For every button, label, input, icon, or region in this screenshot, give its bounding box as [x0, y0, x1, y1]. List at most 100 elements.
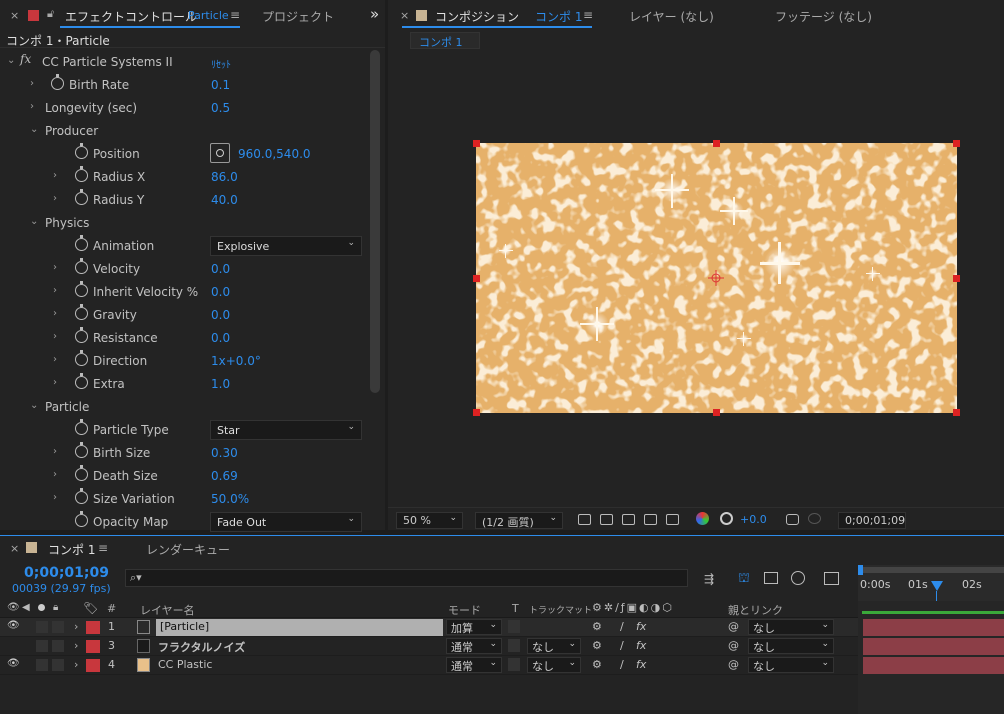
- reset-link[interactable]: ﾘｾｯﾄ: [211, 56, 231, 71]
- shy-icon[interactable]: ⚙: [592, 620, 602, 633]
- playhead[interactable]: [931, 581, 943, 591]
- stopwatch-icon[interactable]: [75, 166, 88, 182]
- twirl-right-icon[interactable]: ›: [53, 492, 57, 503]
- twirl-right-icon[interactable]: ›: [53, 170, 57, 181]
- layer-row[interactable]: 👁︎ › 4 CC Plastic 通常 ⌄ なし ⌄ ⚙ ∕ fx @ なし ⌄: [0, 656, 858, 675]
- quality-icon[interactable]: ∕: [620, 658, 624, 671]
- pickwhip-icon[interactable]: @: [728, 620, 739, 633]
- transparency-grid-icon[interactable]: [600, 514, 613, 525]
- track-matte-dropdown[interactable]: なし ⌄: [527, 657, 581, 673]
- shy-icon[interactable]: ⚙: [592, 639, 602, 652]
- timecode-field[interactable]: 0;00;01;09: [838, 512, 906, 529]
- stopwatch-icon[interactable]: [75, 327, 88, 343]
- label-header-icon[interactable]: 🏷︎: [83, 601, 98, 615]
- time-ruler[interactable]: 0:00s 01s 02s: [858, 565, 1004, 601]
- close-icon[interactable]: ×: [400, 9, 409, 22]
- stopwatch-icon[interactable]: [75, 488, 88, 504]
- panel-menu-icon[interactable]: ≡: [230, 8, 240, 22]
- layer-row[interactable]: 👁︎ › 1 [Particle] 加算 ⌄ ⚙ ∕ fx @ なし ⌄: [0, 618, 858, 637]
- param-value[interactable]: 0.69: [211, 469, 238, 483]
- twirl-right-icon[interactable]: ›: [30, 101, 34, 112]
- twirl-down-icon[interactable]: ⌄: [7, 55, 15, 66]
- layer-search-input[interactable]: ⌕▾: [125, 569, 688, 587]
- mode-dropdown[interactable]: 通常 ⌄: [446, 657, 502, 673]
- lock-toggle[interactable]: [52, 621, 64, 633]
- stopwatch-icon[interactable]: [75, 258, 88, 274]
- comp-mini-flowchart-icon[interactable]: ⇶: [704, 572, 714, 586]
- stopwatch-icon[interactable]: [75, 373, 88, 389]
- twirl-down-icon[interactable]: ⌄: [30, 216, 38, 227]
- close-icon[interactable]: ×: [10, 9, 19, 22]
- stopwatch-icon[interactable]: [75, 350, 88, 366]
- layer-handle[interactable]: [473, 409, 480, 416]
- param-value[interactable]: 0.5: [211, 101, 230, 115]
- fast-preview-icon[interactable]: [578, 514, 591, 525]
- lock-toggle[interactable]: [52, 640, 64, 652]
- expand-icon[interactable]: »: [370, 5, 379, 23]
- parent-dropdown[interactable]: なし ⌄: [748, 638, 834, 654]
- param-value[interactable]: 1.0: [211, 377, 230, 391]
- param-value[interactable]: 0.0: [211, 285, 230, 299]
- current-time[interactable]: 0;00;01;09: [24, 565, 109, 581]
- layer-handle[interactable]: [713, 409, 720, 416]
- stopwatch-icon[interactable]: [75, 281, 88, 297]
- quality-icon[interactable]: ∕: [620, 639, 624, 652]
- twirl-right-icon[interactable]: ›: [53, 446, 57, 457]
- animation-dropdown[interactable]: Explosive ⌄: [210, 236, 362, 256]
- opacity-map-dropdown[interactable]: Fade Out ⌄: [210, 512, 362, 532]
- draft-3d-icon[interactable]: ⛫: [738, 571, 750, 588]
- work-area-bar[interactable]: [862, 567, 1004, 573]
- solo-toggle[interactable]: [36, 621, 48, 633]
- twirl-right-icon[interactable]: ›: [53, 469, 57, 480]
- quality-icon[interactable]: ∕: [620, 620, 624, 633]
- preserve-transparency-toggle[interactable]: [508, 658, 520, 671]
- pickwhip-icon[interactable]: @: [728, 639, 739, 652]
- stopwatch-icon[interactable]: [75, 419, 88, 435]
- stopwatch-icon[interactable]: [75, 465, 88, 481]
- visibility-icon[interactable]: 👁︎: [7, 620, 20, 631]
- layer-handle[interactable]: [473, 140, 480, 147]
- layer-handle[interactable]: [473, 275, 480, 282]
- switches-header-icon[interactable]: ⚙✲∕ƒ▣◐◑⬡: [592, 601, 674, 614]
- layer-handle[interactable]: [713, 140, 720, 147]
- shy-icon[interactable]: ⚙: [592, 658, 602, 671]
- layer-row[interactable]: › 3 フラクタルノイズ 通常 ⌄ なし ⌄ ⚙ ∕ fx @ なし ⌄: [0, 637, 858, 656]
- layer-handle[interactable]: [953, 140, 960, 147]
- label-color[interactable]: [86, 659, 100, 672]
- lock-header-icon[interactable]: 🔒︎: [53, 602, 58, 613]
- scrollbar[interactable]: [370, 50, 380, 393]
- twirl-right-icon[interactable]: ›: [53, 285, 57, 296]
- tab-project[interactable]: プロジェクト: [262, 8, 334, 25]
- twirl-down-icon[interactable]: ⌄: [30, 124, 38, 135]
- layer-duration-bar[interactable]: [863, 657, 1004, 674]
- show-snapshot-icon[interactable]: [808, 513, 821, 524]
- tab-composition[interactable]: コンポジション: [435, 8, 519, 25]
- mode-dropdown[interactable]: 加算 ⌄: [446, 619, 502, 635]
- preserve-transparency-toggle[interactable]: [508, 639, 520, 652]
- twirl-down-icon[interactable]: ⌄: [30, 400, 38, 411]
- group-producer[interactable]: ⌄ Producer: [0, 121, 370, 144]
- tab-comp1[interactable]: コンポ 1: [48, 541, 95, 558]
- group-physics[interactable]: ⌄ Physics: [0, 213, 370, 236]
- motion-blur-icon[interactable]: [791, 571, 805, 585]
- group-particle[interactable]: ⌄ Particle: [0, 397, 370, 420]
- twirl-right-icon[interactable]: ›: [74, 658, 78, 671]
- lock-icon[interactable]: 🔓︎: [47, 7, 54, 21]
- layer-duration-bar[interactable]: [863, 619, 1004, 636]
- effect-switch-icon[interactable]: fx: [636, 639, 646, 652]
- stopwatch-icon[interactable]: [51, 74, 64, 90]
- layer-name[interactable]: [Particle]: [156, 619, 443, 636]
- stopwatch-icon[interactable]: [75, 235, 88, 251]
- exposure-reset-icon[interactable]: [720, 512, 733, 525]
- snapshot-icon[interactable]: [786, 514, 799, 525]
- label-color[interactable]: [86, 621, 100, 634]
- fx-icon[interactable]: fx: [20, 52, 31, 66]
- twirl-right-icon[interactable]: ›: [53, 377, 57, 388]
- param-value[interactable]: 960.0,540.0: [238, 147, 311, 161]
- layer-name[interactable]: CC Plastic: [158, 658, 212, 671]
- twirl-right-icon[interactable]: ›: [74, 639, 78, 652]
- layer-name[interactable]: フラクタルノイズ: [158, 639, 245, 655]
- param-value[interactable]: 40.0: [211, 193, 238, 207]
- region-of-interest-icon[interactable]: [644, 514, 657, 525]
- crosshair-icon[interactable]: [210, 143, 230, 163]
